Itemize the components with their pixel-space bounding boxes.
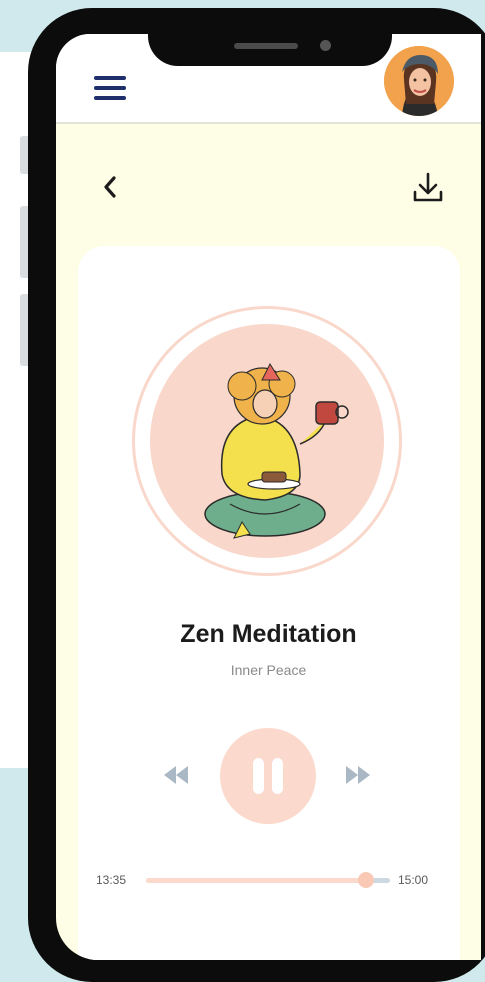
chevron-left-icon[interactable] [96,172,126,202]
elapsed-time: 13:35 [96,873,127,887]
hamburger-menu-icon[interactable] [94,76,126,100]
pause-icon [272,758,283,794]
phone-speaker [234,43,298,49]
progress-handle[interactable] [357,872,374,888]
track-artwork [150,324,384,558]
fast-forward-icon[interactable] [344,764,372,786]
app-screen: Zen Meditation Inner Peace 13:35 15:00 [56,34,481,960]
meditation-illustration [204,362,349,539]
avatar-image [384,46,454,116]
rewind-icon[interactable] [162,764,190,786]
track-title: Zen Meditation [180,620,357,648]
pause-button[interactable] [220,728,316,824]
avatar[interactable] [384,46,454,116]
progress-slider[interactable] [146,872,390,888]
progress-fill [146,878,366,883]
total-duration: 15:00 [398,873,429,887]
download-icon[interactable] [408,168,448,208]
pause-icon [253,758,264,794]
phone-camera [320,40,331,51]
phone-notch [148,8,392,66]
track-subtitle: Inner Peace [230,662,307,678]
